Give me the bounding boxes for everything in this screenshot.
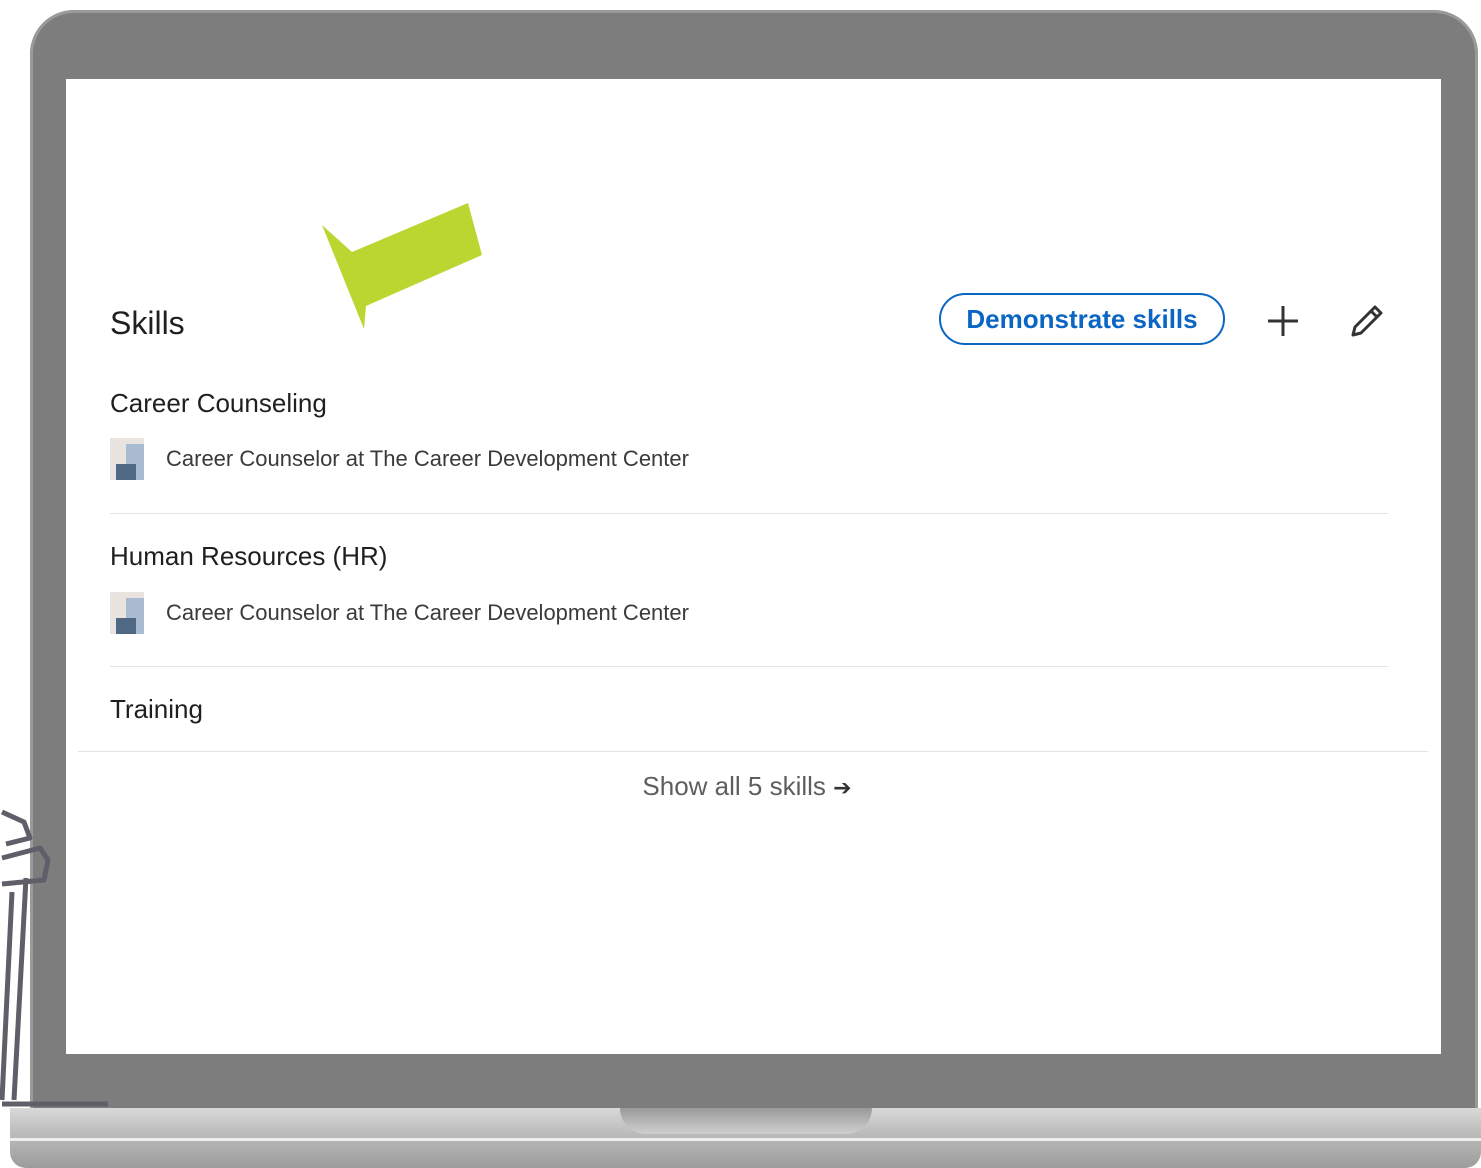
company-logo-icon bbox=[110, 438, 152, 480]
pencil-icon bbox=[1351, 305, 1383, 337]
screen: Skills Demonstrate skills Career Counsel… bbox=[66, 79, 1441, 1054]
divider bbox=[110, 666, 1388, 667]
skill-experience[interactable]: Career Counselor at The Career Developme… bbox=[110, 592, 689, 634]
highlight-arrow-icon bbox=[322, 203, 482, 329]
show-all-label: Show all 5 skills bbox=[642, 771, 826, 801]
demonstrate-skills-button[interactable]: Demonstrate skills bbox=[939, 293, 1225, 345]
right-arrow-icon: ➔ bbox=[833, 775, 852, 800]
experience-text: Career Counselor at The Career Developme… bbox=[166, 600, 689, 625]
experience-text: Career Counselor at The Career Developme… bbox=[166, 446, 689, 471]
section-title: Skills bbox=[110, 305, 185, 341]
edit-skills-button[interactable] bbox=[1345, 299, 1389, 343]
company-logo-icon bbox=[110, 592, 152, 634]
divider bbox=[110, 513, 1388, 514]
show-all-skills-link[interactable]: Show all 5 skills ➔ bbox=[66, 771, 1428, 802]
add-icon bbox=[1268, 306, 1298, 336]
footer-divider bbox=[78, 751, 1428, 752]
skill-name[interactable]: Human Resources (HR) bbox=[110, 541, 387, 572]
laptop-hinge-notch bbox=[620, 1108, 872, 1134]
skill-experience[interactable]: Career Counselor at The Career Developme… bbox=[110, 438, 689, 480]
skill-name[interactable]: Training bbox=[110, 694, 203, 725]
skill-name[interactable]: Career Counseling bbox=[110, 388, 327, 419]
laptop-base-highlight bbox=[10, 1138, 1481, 1141]
add-skill-button[interactable] bbox=[1261, 299, 1305, 343]
